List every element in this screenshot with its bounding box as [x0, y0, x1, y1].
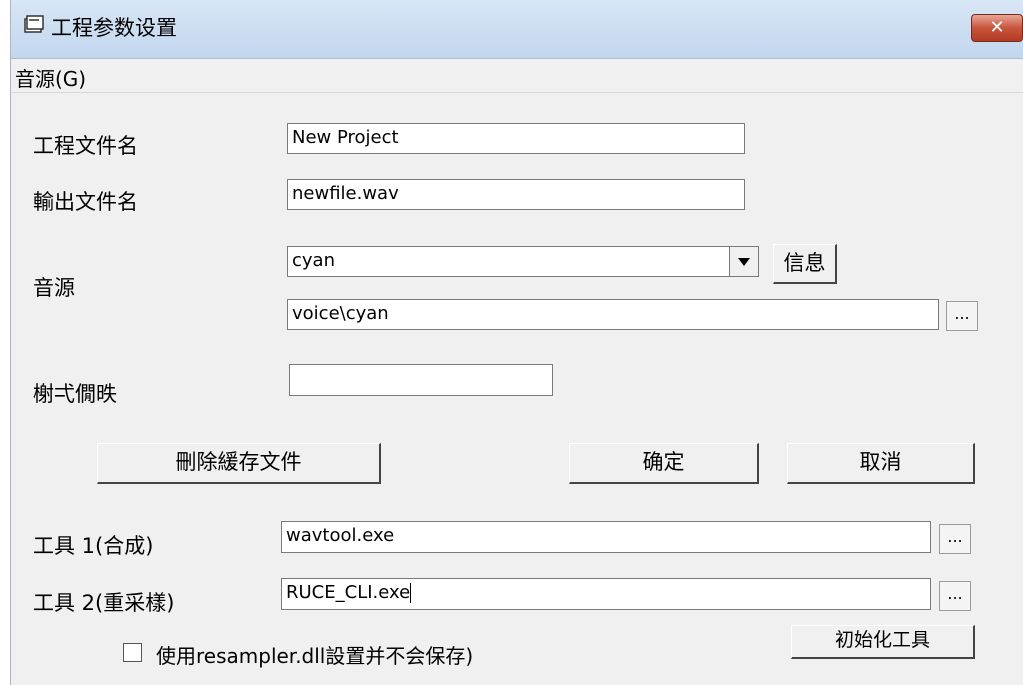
resampler-checkbox[interactable] — [123, 643, 142, 662]
cancel-button[interactable]: 取消 — [787, 443, 975, 484]
menu-bar: 音源(G) — [11, 59, 1023, 93]
voicebank-browse-button[interactable]: ... — [946, 301, 978, 331]
project-name-label: 工程文件名 — [33, 134, 138, 158]
project-settings-window: 工程参数设置 ✕ 音源(G) 工程文件名 New Project 輸出文件名 n… — [10, 0, 1023, 685]
chevron-down-icon — [738, 258, 750, 266]
tool1-browse-button[interactable]: ... — [939, 524, 971, 554]
init-tools-button[interactable]: 初始化工具 — [791, 625, 975, 659]
text-caret — [410, 583, 412, 603]
close-icon: ✕ — [989, 17, 1005, 38]
project-name-input[interactable]: New Project — [287, 123, 745, 154]
output-name-input[interactable]: newfile.wav — [287, 179, 745, 210]
resampler-checkbox-label: 使用resampler.dll設置并不会保存) — [156, 644, 474, 668]
tool2-input-text: RUCE_CLI.exe — [286, 582, 411, 603]
tool1-input[interactable]: wavtool.exe — [281, 521, 931, 553]
flags-input[interactable] — [289, 364, 553, 396]
output-name-label: 輸出文件名 — [33, 190, 138, 214]
menu-item-voicebank[interactable]: 音源(G) — [15, 63, 86, 92]
title-bar[interactable]: 工程参数设置 ✕ — [11, 0, 1023, 59]
window-title: 工程参数设置 — [51, 16, 177, 40]
voicebank-label: 音源 — [33, 276, 75, 300]
tool2-label: 工具 2(重采樣) — [33, 591, 175, 615]
tool1-label: 工具 1(合成) — [33, 534, 154, 558]
flags-label: 榭弌僩昳 — [33, 382, 117, 406]
window-app-icon — [24, 15, 44, 33]
tool2-browse-button[interactable]: ... — [939, 581, 971, 611]
close-button[interactable]: ✕ — [971, 14, 1023, 42]
clear-cache-button[interactable]: 刪除緩存文件 — [97, 443, 381, 484]
voicebank-path-input[interactable]: voice\cyan — [287, 299, 939, 330]
voicebank-select[interactable]: cyan — [287, 246, 759, 277]
info-button[interactable]: 信息 — [773, 244, 837, 284]
ok-button[interactable]: 确定 — [569, 443, 759, 484]
voicebank-dropdown-button[interactable] — [729, 246, 759, 277]
tool2-input[interactable]: RUCE_CLI.exe — [281, 578, 931, 610]
